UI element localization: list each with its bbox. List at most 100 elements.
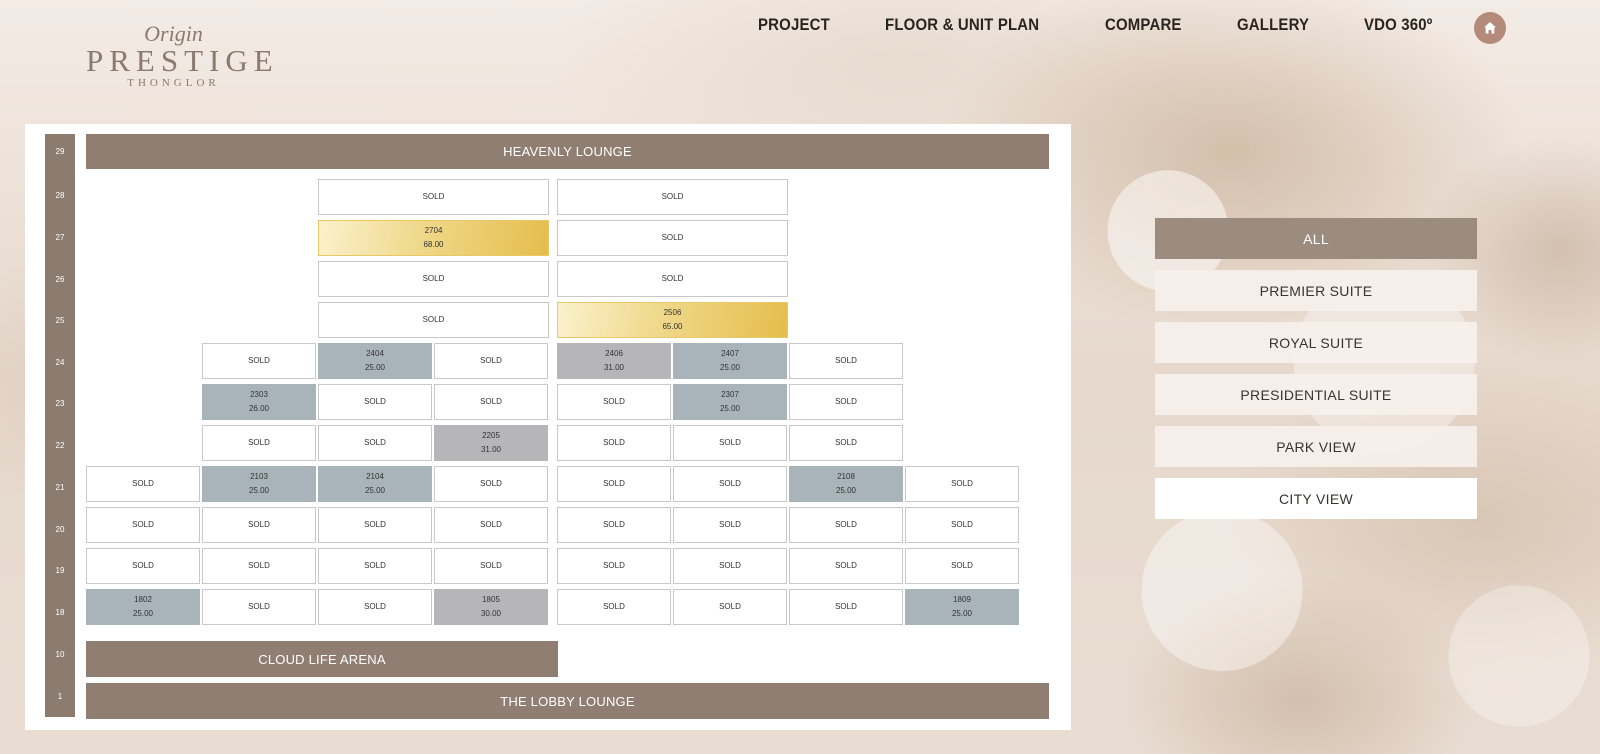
logo-prestige: PRESTIGE: [86, 43, 279, 78]
unit-cell-2407[interactable]: 2407 25.00: [673, 343, 787, 379]
unit-cell-sold[interactable]: SOLD: [557, 589, 671, 625]
unit-cell-sold[interactable]: SOLD: [789, 507, 903, 543]
unit-size: 30.00: [480, 609, 502, 618]
unit-cell-sold[interactable]: SOLD: [202, 548, 316, 584]
sold-label: SOLD: [835, 520, 857, 529]
unit-cell-2103[interactable]: 2103 25.00: [202, 466, 316, 502]
unit-cell-1805[interactable]: 1805 30.00: [434, 589, 548, 625]
unit-cell-2104[interactable]: 2104 25.00: [318, 466, 432, 502]
unit-cell-sold[interactable]: SOLD: [86, 507, 200, 543]
nav-compare[interactable]: COMPARE: [1105, 14, 1182, 36]
unit-size: 25.00: [719, 363, 741, 372]
unit-cell-sold[interactable]: SOLD: [557, 548, 671, 584]
unit-cell-sold[interactable]: SOLD: [673, 589, 787, 625]
unit-size: 25.00: [248, 486, 270, 495]
home-button[interactable]: [1474, 12, 1506, 44]
unit-cell-sold[interactable]: SOLD: [557, 466, 671, 502]
floor-label: 25: [55, 316, 65, 325]
nav-floor-unit-plan[interactable]: FLOOR & UNIT PLAN: [885, 14, 1039, 36]
unit-cell-sold[interactable]: SOLD: [557, 507, 671, 543]
unit-cell-1802[interactable]: 1802 25.00: [86, 589, 200, 625]
unit-cell-2108[interactable]: 2108 25.00: [789, 466, 903, 502]
unit-cell-2205[interactable]: 2205 31.00: [434, 425, 548, 461]
sold-label: SOLD: [719, 520, 741, 529]
unit-cell-sold[interactable]: SOLD: [905, 507, 1019, 543]
filter-presidential-suite[interactable]: PRESIDENTIAL SUITE: [1155, 374, 1477, 415]
floor-label: 1: [57, 692, 63, 701]
sold-label: SOLD: [248, 520, 270, 529]
filter-premier-suite[interactable]: PREMIER SUITE: [1155, 270, 1477, 311]
unit-number: 2205: [482, 431, 500, 440]
unit-cell-sold[interactable]: SOLD: [318, 507, 432, 543]
unit-cell-sold[interactable]: SOLD: [86, 548, 200, 584]
unit-cell-sold[interactable]: SOLD: [202, 343, 316, 379]
sold-label: SOLD: [835, 602, 857, 611]
unit-cell-sold[interactable]: SOLD: [557, 220, 788, 256]
unit-cell-2406[interactable]: 2406 31.00: [557, 343, 671, 379]
sold-label: SOLD: [951, 520, 973, 529]
nav-gallery[interactable]: GALLERY: [1237, 14, 1309, 36]
unit-cell-2704[interactable]: 2704 68.00: [318, 220, 549, 256]
floor-label: 22: [55, 441, 65, 450]
unit-cell-sold[interactable]: SOLD: [673, 548, 787, 584]
sold-label: SOLD: [364, 561, 386, 570]
floor-label: 20: [55, 525, 65, 534]
sold-label: SOLD: [603, 397, 625, 406]
sold-label: SOLD: [480, 520, 502, 529]
unit-cell-sold[interactable]: SOLD: [905, 466, 1019, 502]
unit-cell-sold[interactable]: SOLD: [673, 425, 787, 461]
unit-cell-sold[interactable]: SOLD: [202, 425, 316, 461]
unit-cell-sold[interactable]: SOLD: [434, 466, 548, 502]
unit-cell-sold[interactable]: SOLD: [789, 425, 903, 461]
unit-cell-1809[interactable]: 1809 25.00: [905, 589, 1019, 625]
unit-cell-sold[interactable]: SOLD: [318, 384, 432, 420]
unit-cell-sold[interactable]: SOLD: [557, 261, 788, 297]
unit-cell-sold[interactable]: SOLD: [673, 507, 787, 543]
unit-cell-sold[interactable]: SOLD: [557, 384, 671, 420]
unit-cell-sold[interactable]: SOLD: [557, 179, 788, 215]
nav-vdo-360[interactable]: VDO 360º: [1364, 14, 1432, 36]
sold-label: SOLD: [480, 561, 502, 570]
unit-cell-sold[interactable]: SOLD: [434, 384, 548, 420]
unit-cell-2307[interactable]: 2307 25.00: [673, 384, 787, 420]
lobby-lounge-band[interactable]: THE LOBBY LOUNGE: [86, 683, 1049, 719]
unit-number: 1809: [953, 595, 971, 604]
unit-cell-sold[interactable]: SOLD: [434, 507, 548, 543]
unit-cell-sold[interactable]: SOLD: [557, 425, 671, 461]
unit-cell-sold[interactable]: SOLD: [905, 548, 1019, 584]
floor-label: 28: [55, 191, 65, 200]
sold-label: SOLD: [480, 356, 502, 365]
filter-park-view[interactable]: PARK VIEW: [1155, 426, 1477, 467]
unit-cell-sold[interactable]: SOLD: [202, 589, 316, 625]
origin-prestige-logo[interactable]: Origin PRESTIGE THONGLOR: [86, 22, 279, 90]
unit-cell-sold[interactable]: SOLD: [434, 548, 548, 584]
unit-cell-sold[interactable]: SOLD: [789, 589, 903, 625]
unit-cell-2506[interactable]: 2506 65.00: [557, 302, 788, 338]
unit-cell-sold[interactable]: SOLD: [789, 548, 903, 584]
unit-cell-sold[interactable]: SOLD: [318, 179, 549, 215]
unit-cell-sold[interactable]: SOLD: [202, 507, 316, 543]
unit-cell-sold[interactable]: SOLD: [673, 466, 787, 502]
nav-project[interactable]: PROJECT: [758, 14, 830, 36]
unit-cell-sold[interactable]: SOLD: [86, 466, 200, 502]
unit-cell-sold[interactable]: SOLD: [318, 425, 432, 461]
unit-cell-2303[interactable]: 2303 26.00: [202, 384, 316, 420]
unit-cell-sold[interactable]: SOLD: [789, 343, 903, 379]
filter-city-view[interactable]: CITY VIEW: [1155, 478, 1477, 519]
unit-cell-2404[interactable]: 2404 25.00: [318, 343, 432, 379]
unit-cell-sold[interactable]: SOLD: [434, 343, 548, 379]
unit-cell-sold[interactable]: SOLD: [318, 589, 432, 625]
filter-all[interactable]: ALL: [1155, 218, 1477, 259]
floor-label: 21: [55, 483, 65, 492]
unit-size: 25.00: [364, 486, 386, 495]
cloud-life-arena-band[interactable]: CLOUD LIFE ARENA: [86, 641, 558, 677]
unit-cell-sold[interactable]: SOLD: [318, 261, 549, 297]
unit-cell-sold[interactable]: SOLD: [789, 384, 903, 420]
unit-cell-sold[interactable]: SOLD: [318, 302, 549, 338]
unit-number: 2303: [250, 390, 268, 399]
sold-label: SOLD: [248, 602, 270, 611]
unit-filter-list: ALL PREMIER SUITE ROYAL SUITE PRESIDENTI…: [1155, 218, 1477, 530]
heavenly-lounge-band[interactable]: HEAVENLY LOUNGE: [86, 134, 1049, 169]
unit-cell-sold[interactable]: SOLD: [318, 548, 432, 584]
filter-royal-suite[interactable]: ROYAL SUITE: [1155, 322, 1477, 363]
